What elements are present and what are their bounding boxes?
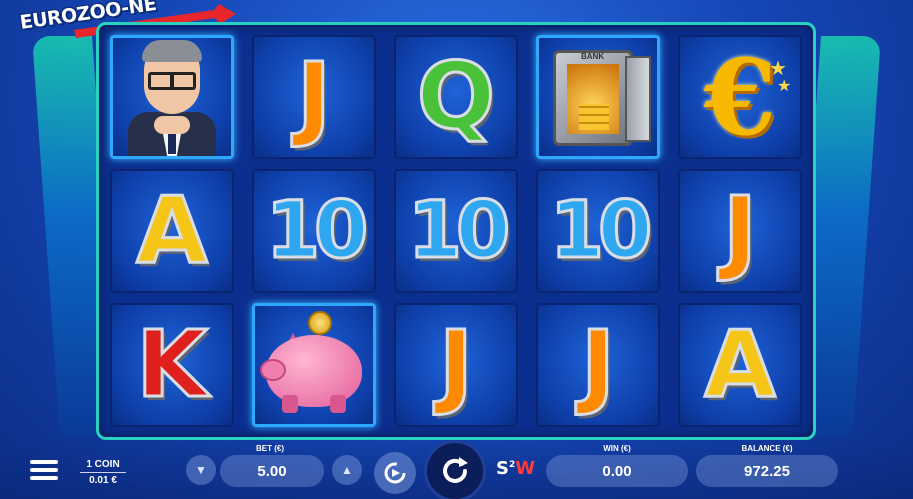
hamburger-menu-icon[interactable] [30,460,58,482]
bet-increase-button[interactable]: ▲ [332,455,362,485]
symbol-Q: Q [415,43,496,150]
s2w-w: W [515,458,536,479]
coin-label: 1 COIN [86,459,120,470]
symbol-J: J [295,43,332,150]
chevron-up-icon: ▲ [341,463,353,477]
symbol-A: A [703,311,777,418]
symbol-A: A [135,177,209,284]
reel-cell-J: J [536,303,660,427]
symbol-J: J [437,311,474,418]
reel-cell-K: K [110,303,234,427]
reel-cell-J: J [394,303,518,427]
reel-cell-10: 10 [394,169,518,293]
reel-cell-J: J [678,169,802,293]
spin-button[interactable] [424,440,486,499]
reel-cell-vault: BANK [536,35,660,159]
reel-cell-10: 10 [252,169,376,293]
symbol-10: 10 [264,186,370,276]
reel-cell-J: J [252,35,376,159]
bet-value: 5.00 [220,455,324,487]
s2w-logo[interactable]: S2W [496,458,535,479]
bank-vault-symbol: BANK [543,42,653,152]
balance-value: 972.25 [696,455,838,487]
banker-portrait-symbol [120,38,224,156]
reel-cell-Q: Q [394,35,518,159]
win-label: WIN (€) [603,444,631,453]
autoplay-button[interactable] [374,452,416,494]
bet-decrease-button[interactable]: ▼ [186,455,216,485]
spin-arrow-icon [443,457,468,483]
symbol-J: J [579,311,616,418]
autoplay-icon [384,462,406,484]
chevron-down-icon: ▼ [195,463,207,477]
vault-label: BANK [581,52,605,61]
reel-cell-euro: € ★ ★ [678,35,802,159]
reel-cell-10: 10 [536,169,660,293]
symbol-10: 10 [406,186,512,276]
reel-cell-portrait [110,35,234,159]
reel-cell-A: A [110,169,234,293]
coin-value: 0.01 € [89,475,117,486]
euro-sign-symbol: € ★ ★ [703,35,792,159]
piggy-bank-symbol [258,309,370,421]
symbol-10: 10 [548,186,654,276]
bet-label: BET (€) [256,444,284,453]
symbol-J: J [721,177,758,284]
win-value: 0.00 [546,455,688,487]
reel-cell-A: A [678,303,802,427]
reel-cell-piggy-bank [252,303,376,427]
s2w-s: S [496,458,509,479]
coin-value-display[interactable]: 1 COIN 0.01 € [80,458,126,487]
balance-label: BALANCE (€) [741,444,793,453]
reel-grid: J Q BANK € ★ ★ A 10 10 10 J K J J A [96,22,816,440]
symbol-K: K [135,311,209,418]
